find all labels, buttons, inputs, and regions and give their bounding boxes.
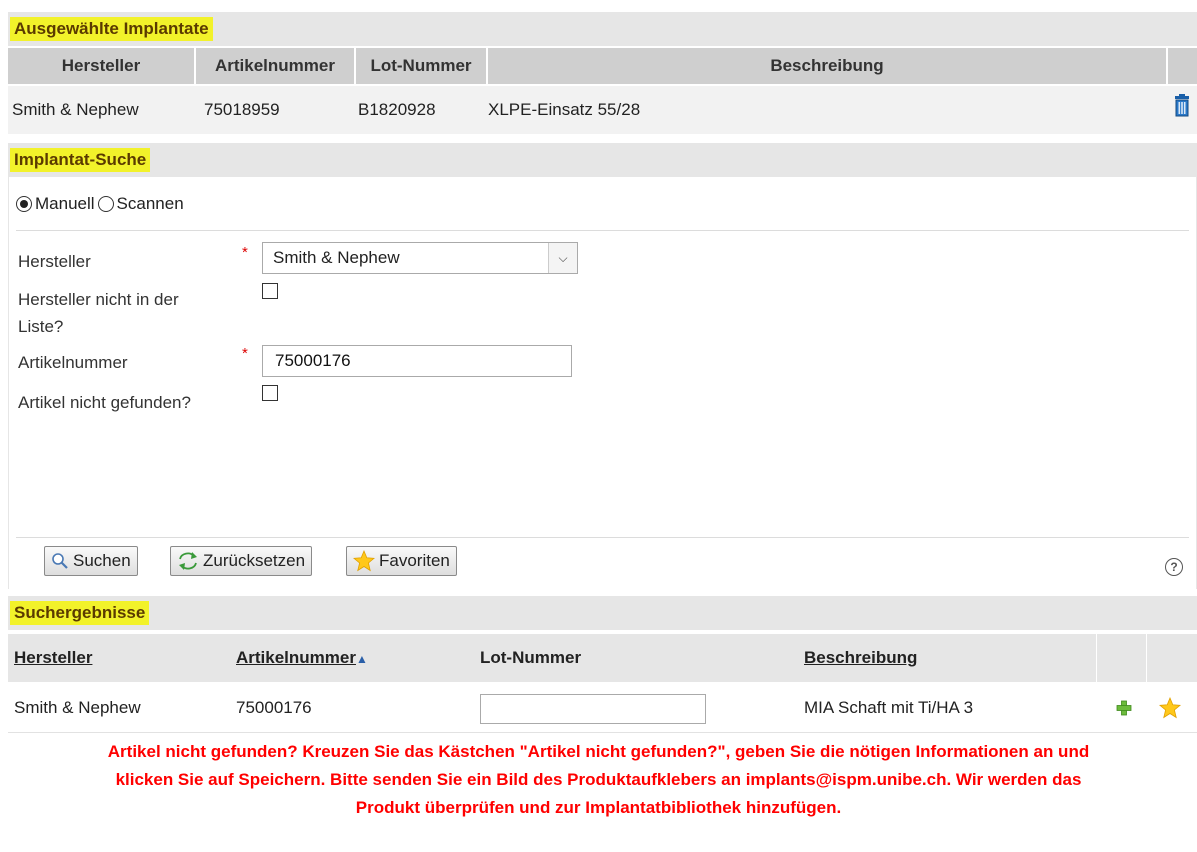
col-artikelnummer: Artikelnummer: [196, 48, 354, 84]
cell-hersteller: Smith & Nephew: [14, 698, 141, 717]
artikel-missing-checkbox[interactable]: [262, 385, 278, 401]
implant-page: Ausgewählte Implantate Hersteller Artike…: [0, 0, 1197, 852]
help-icon[interactable]: ?: [1165, 558, 1183, 576]
sort-hersteller[interactable]: Hersteller: [14, 634, 92, 682]
col-lot-nummer-results: Lot-Nummer: [480, 648, 582, 667]
refresh-icon: [179, 552, 197, 570]
lot-nummer-input[interactable]: [480, 694, 706, 724]
column-separator: [1096, 634, 1097, 682]
notice-line-1: Artikel nicht gefunden? Kreuzen Sie das …: [107, 742, 1090, 761]
cell-beschreibung: XLPE-Einsatz 55/28: [488, 100, 641, 119]
sort-asc-icon: ▲: [355, 652, 368, 666]
notice-line-2: klicken Sie auf Speichern. Bitte senden …: [115, 770, 1082, 789]
col-beschreibung: Beschreibung: [488, 48, 1166, 84]
cell-hersteller: Smith & Nephew: [12, 100, 139, 119]
search-mode: Manuell Scannen: [16, 194, 184, 214]
chevron-down-icon[interactable]: ⌵: [548, 243, 577, 273]
cell-artikelnummer: 75018959: [204, 100, 280, 119]
add-icon[interactable]: [1116, 700, 1132, 716]
favorites-button-label: Favoriten: [379, 551, 450, 570]
notice-line-3: Produkt überprüfen und zur Implantatbibl…: [355, 798, 842, 817]
trash-icon[interactable]: [1173, 94, 1191, 120]
favorites-button[interactable]: Favoriten: [346, 546, 457, 576]
not-found-notice: Artikel nicht gefunden? Kreuzen Sie das …: [0, 738, 1197, 822]
hersteller-missing-label: Hersteller nicht in der: [18, 290, 179, 309]
results-title: Suchergebnisse: [10, 601, 150, 625]
radio-manual-label: Manuell: [35, 194, 95, 213]
col-hersteller: Hersteller: [8, 48, 194, 84]
sort-artikelnummer[interactable]: Artikelnummer▲: [236, 634, 368, 682]
search-button-label: Suchen: [73, 551, 131, 570]
implant-search-title: Implantat-Suche: [10, 148, 151, 172]
results-header: Suchergebnisse: [8, 596, 1197, 630]
artikelnummer-input[interactable]: 75000176: [262, 345, 572, 377]
sort-beschreibung[interactable]: Beschreibung: [804, 634, 917, 682]
reset-button-label: Zurücksetzen: [203, 551, 306, 570]
cell-artikelnummer: 75000176: [236, 698, 312, 717]
required-mark-2: *: [242, 345, 248, 362]
sort-artikelnummer-label: Artikelnummer: [236, 648, 356, 667]
column-separator-2: [1146, 634, 1147, 682]
hersteller-select[interactable]: Smith & Nephew ⌵: [262, 242, 578, 274]
radio-scan[interactable]: [97, 196, 114, 212]
search-button[interactable]: Suchen: [44, 546, 138, 576]
col-lot-nummer: Lot-Nummer: [356, 48, 486, 84]
radio-manual[interactable]: [16, 196, 32, 212]
table-row: Smith & Nephew 75018959 B1820928 XLPE-Ei…: [8, 86, 1197, 134]
search-icon: [52, 553, 68, 569]
favorite-star-icon[interactable]: [1158, 697, 1182, 719]
hersteller-missing-checkbox[interactable]: [262, 283, 278, 299]
radio-scan-label: Scannen: [116, 194, 184, 213]
divider-2: [16, 537, 1189, 538]
selected-table-header: Hersteller Artikelnummer Lot-Nummer Besc…: [8, 48, 1197, 84]
results-table-header: Hersteller Artikelnummer▲ Lot-Nummer Bes…: [8, 634, 1197, 682]
artikel-label: Artikelnummer: [18, 353, 128, 372]
hersteller-missing-label-2: Liste?: [18, 317, 64, 336]
col-actions: [1168, 48, 1197, 84]
hersteller-select-value: Smith & Nephew: [273, 248, 400, 267]
reset-button[interactable]: Zurücksetzen: [170, 546, 313, 576]
cell-beschreibung: MIA Schaft mit Ti/HA 3: [804, 698, 974, 717]
search-form: [8, 177, 1197, 589]
cell-lot: B1820928: [358, 100, 436, 119]
selected-implants-title: Ausgewählte Implantate: [10, 17, 213, 41]
implant-search-header: Implantat-Suche: [8, 143, 1197, 177]
hersteller-label: Hersteller: [18, 252, 91, 271]
divider: [16, 230, 1189, 231]
selected-implants-header: Ausgewählte Implantate: [8, 12, 1197, 46]
table-row: Smith & Nephew 75000176 MIA Schaft mit T…: [8, 684, 1197, 733]
star-icon: [353, 550, 375, 572]
artikel-missing-label: Artikel nicht gefunden?: [18, 393, 191, 412]
required-mark: *: [242, 244, 248, 261]
